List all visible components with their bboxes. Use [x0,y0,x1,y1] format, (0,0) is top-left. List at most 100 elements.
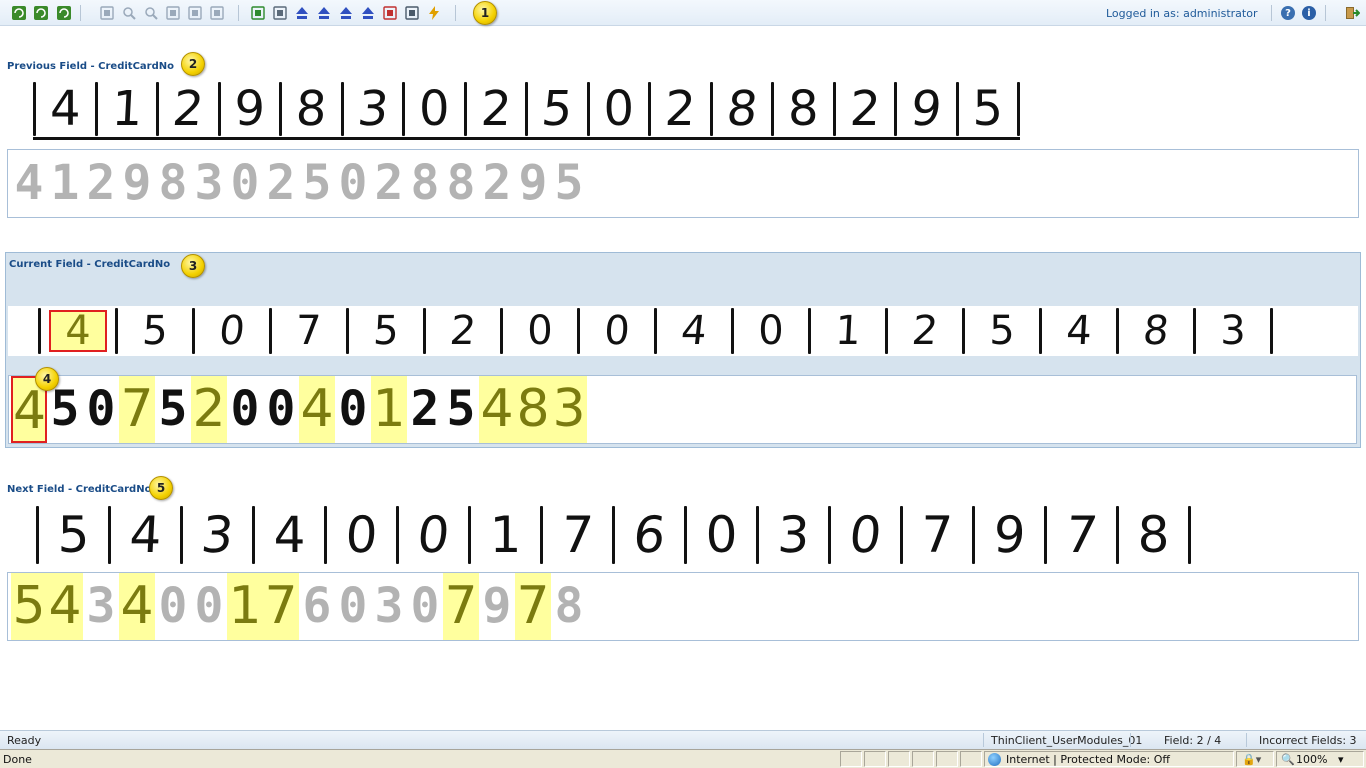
globe-icon [988,753,1001,766]
handwritten-digit: 5 [57,506,90,564]
first-field-icon[interactable] [294,5,310,21]
page-icon[interactable] [99,5,115,21]
recognized-digit-uncertain[interactable]: 4 [47,573,83,640]
recognized-digit[interactable]: 1 [47,150,83,217]
recognized-digit[interactable]: 8 [443,150,479,217]
recognized-digit[interactable]: 2 [407,376,443,443]
recognized-digit-uncertain[interactable]: 7 [119,376,155,443]
recognized-digit-uncertain[interactable]: 4 [119,573,155,640]
handwriting-separator [1017,81,1020,136]
recognized-digit[interactable]: 3 [83,573,119,640]
logout-icon[interactable] [1344,5,1360,21]
refresh-batch-icon[interactable] [11,5,27,21]
recognized-digit-uncertain[interactable]: 4 [299,376,335,443]
handwritten-digit: 9 [908,80,945,137]
recognized-digit[interactable]: 9 [515,150,551,217]
fit-height-icon[interactable] [209,5,225,21]
toolbar-separator [238,5,239,21]
recognized-digit-uncertain[interactable]: 7 [263,573,299,640]
recognized-digit[interactable]: 0 [335,573,371,640]
current-field-label: Current Field - CreditCardNo [9,259,171,270]
zoom-out-icon[interactable] [143,5,159,21]
status-module: ThinClient_UserModules_01 [991,734,1143,747]
current-recognized-box[interactable]: 4507520040125483 [8,375,1357,444]
recognized-digit-uncertain[interactable]: 4 [479,376,515,443]
recognized-digit-uncertain[interactable]: 7 [443,573,479,640]
lightning-icon[interactable] [426,5,442,21]
chevron-down-icon: ▾ [1338,753,1344,766]
recognized-digit[interactable]: 0 [83,376,119,443]
zoom-in-icon[interactable] [121,5,137,21]
recognized-digit[interactable]: 2 [263,150,299,217]
recognized-digit[interactable]: 8 [407,150,443,217]
recognized-digit[interactable]: 2 [371,150,407,217]
recognized-digit-uncertain[interactable]: 2 [191,376,227,443]
handwritten-digit: 2 [479,80,513,137]
keyboard-icon[interactable] [404,5,420,21]
recognized-digit-uncertain[interactable]: 7 [515,573,551,640]
previous-field-icon[interactable] [316,5,332,21]
recognized-digit[interactable]: 3 [371,573,407,640]
callout-badge-1: 1 [473,1,497,25]
recognized-digit[interactable]: 0 [227,150,263,217]
recognized-digit[interactable]: 8 [551,573,587,640]
next-task-icon[interactable] [250,5,266,21]
help-icon[interactable]: ? [1281,6,1295,20]
flag-icon[interactable] [382,5,398,21]
handwritten-digit: 5 [372,308,400,354]
handwriting-separator [1270,308,1273,354]
recognized-digit[interactable]: 0 [155,573,191,640]
recognized-digit[interactable]: 9 [479,573,515,640]
recognized-digit[interactable]: 4 [11,150,47,217]
recognized-digit[interactable]: 5 [551,150,587,217]
handwritten-digit: 3 [776,506,811,564]
handwritten-digit: 2 [170,80,207,137]
handwritten-digit: 3 [1220,308,1246,354]
recognized-digit-uncertain[interactable]: 1 [371,376,407,443]
info-icon[interactable]: i [1302,6,1316,20]
recognized-digit-uncertain[interactable]: 3 [551,376,587,443]
recognized-digit[interactable]: 5 [155,376,191,443]
recognized-digit[interactable]: 0 [407,573,443,640]
handwritten-digit: 2 [447,308,479,354]
next-field-icon[interactable] [338,5,354,21]
recognized-digit[interactable]: 5 [443,376,479,443]
recognized-digit[interactable]: 2 [83,150,119,217]
recognized-digit-uncertain[interactable]: 5 [11,573,47,640]
recognized-digit[interactable]: 0 [263,376,299,443]
status-incorrect-fields: Incorrect Fields: 3 [1259,734,1357,747]
recognized-digit[interactable]: 0 [227,376,263,443]
recognized-digit[interactable]: 2 [479,150,515,217]
handwritten-digit: 6 [630,506,669,564]
recognized-digit[interactable]: 8 [155,150,191,217]
recognized-digit-uncertain[interactable]: 8 [515,376,551,443]
refresh-icon[interactable] [33,5,49,21]
recognized-digit[interactable]: 0 [191,573,227,640]
recognized-digit[interactable]: 0 [335,376,371,443]
handwritten-digit: 8 [294,80,328,137]
fit-width-icon[interactable] [187,5,203,21]
recognized-digit[interactable]: 5 [299,150,335,217]
zoom-icon: 🔍 [1281,753,1295,766]
handwritten-digit: 0 [414,506,453,564]
status-zone: Internet | Protected Mode: Off [1006,753,1170,766]
recognized-digit[interactable]: 9 [119,150,155,217]
last-field-icon[interactable] [360,5,376,21]
refresh-all-icon[interactable] [56,5,72,21]
pan-icon[interactable] [165,5,181,21]
recognized-digit[interactable]: 6 [299,573,335,640]
toolbar-separator [1271,5,1272,21]
handwritten-digit: 0 [758,308,784,354]
handwritten-digit: 1 [489,506,522,564]
recognized-digit[interactable]: 3 [191,150,227,217]
callout-badge-2: 2 [181,52,205,76]
ocr-icon[interactable] [272,5,288,21]
callout-badge-4: 4 [35,367,59,391]
status-done: Done [3,753,32,766]
recognized-digit[interactable]: 0 [335,150,371,217]
handwritten-digit: 9 [992,506,1027,564]
recognized-digit-uncertain[interactable]: 1 [227,573,263,640]
handwritten-digit: 0 [846,506,885,564]
handwritten-digit: 9 [234,80,266,137]
handwritten-digit: 0 [527,308,553,354]
